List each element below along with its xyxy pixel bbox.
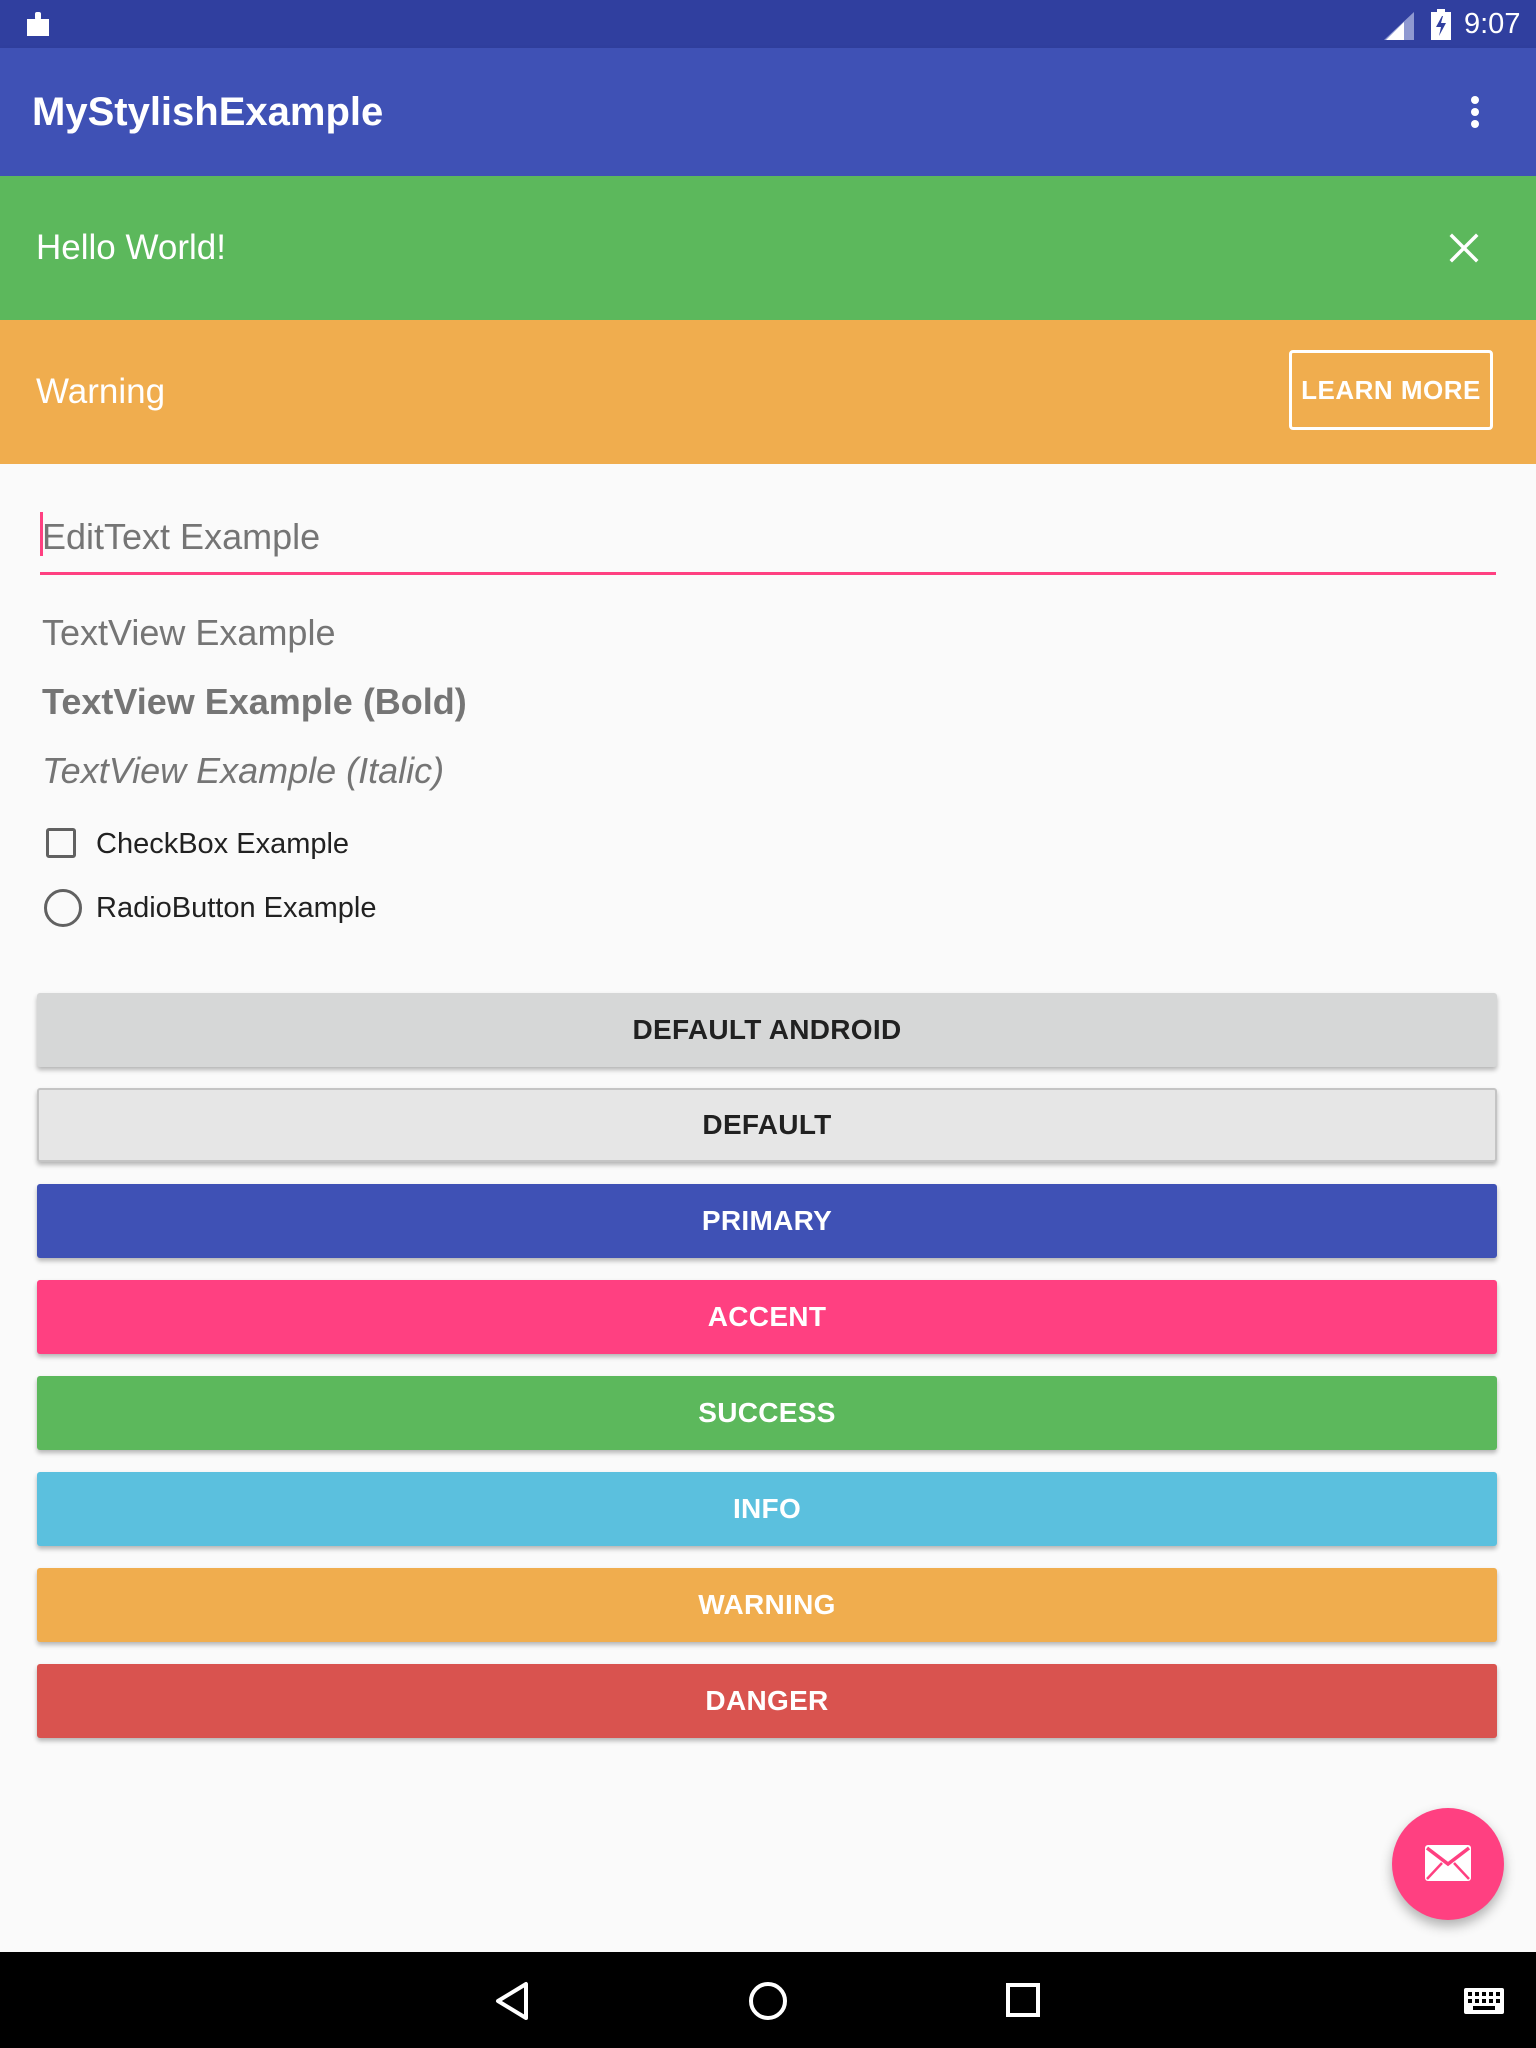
radio-button-label: RadioButton Example [96, 892, 377, 924]
recents-icon[interactable] [1005, 1982, 1041, 2018]
warning-banner-text: Warning [36, 372, 166, 411]
radio-circle-icon[interactable] [44, 889, 82, 927]
back-icon[interactable] [492, 1980, 532, 2022]
more-vert-icon[interactable] [1460, 92, 1490, 132]
checkbox-label: CheckBox Example [96, 828, 350, 860]
app-bar: MyStylishExample [0, 48, 1536, 176]
warning-banner: Warning LEARN MORE [0, 320, 1536, 464]
notification-puzzle-icon [27, 12, 49, 36]
home-icon[interactable] [747, 1980, 789, 2022]
close-icon[interactable] [1448, 232, 1480, 264]
default-button[interactable]: DEFAULT [37, 1088, 1497, 1162]
app-title: MyStylishExample [32, 90, 384, 134]
checkbox-box-icon[interactable] [46, 828, 76, 858]
textview-italic: TextView Example (Italic) [42, 750, 445, 791]
edittext-placeholder: EditText Example [42, 516, 321, 557]
textview-bold: TextView Example (Bold) [42, 681, 467, 722]
accent-button[interactable]: ACCENT [37, 1280, 1497, 1354]
keyboard-icon[interactable] [1464, 1988, 1504, 2014]
clock: 9:07 [1464, 8, 1521, 40]
success-button[interactable]: SUCCESS [37, 1376, 1497, 1450]
signal-icon [1384, 12, 1414, 40]
textview-regular: TextView Example [42, 612, 336, 653]
learn-more-button[interactable]: LEARN MORE [1289, 350, 1493, 430]
info-button[interactable]: INFO [37, 1472, 1497, 1546]
edittext-field[interactable]: EditText Example [40, 506, 1496, 575]
navigation-bar [0, 1952, 1536, 2048]
success-banner-text: Hello World! [36, 228, 226, 267]
battery-charging-icon [1431, 9, 1451, 40]
status-bar: 9:07 [0, 0, 1536, 48]
default-android-button[interactable]: DEFAULT ANDROID [37, 993, 1497, 1067]
primary-button[interactable]: PRIMARY [37, 1184, 1497, 1258]
mail-icon [1425, 1845, 1471, 1881]
success-banner: Hello World! [0, 176, 1536, 320]
danger-button[interactable]: DANGER [37, 1664, 1497, 1738]
warning-button[interactable]: WARNING [37, 1568, 1497, 1642]
compose-mail-fab[interactable] [1392, 1808, 1504, 1920]
